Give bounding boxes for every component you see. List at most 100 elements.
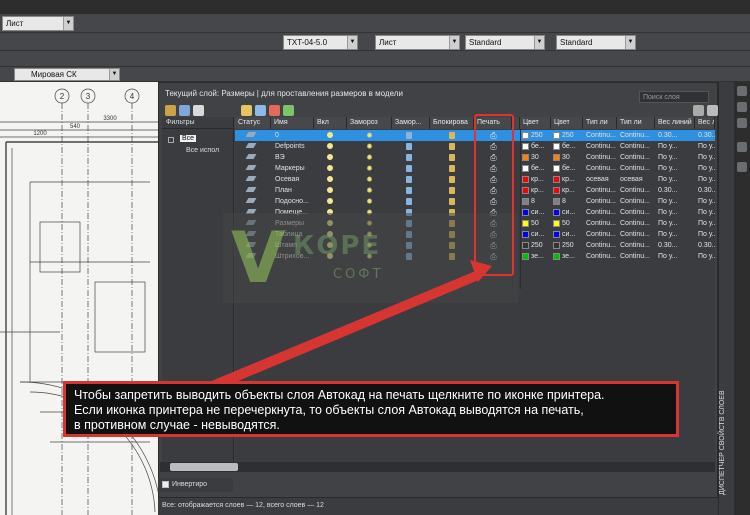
dim-style-combo[interactable]: Standard ▼ bbox=[465, 35, 545, 50]
col-header-on[interactable]: Вкл bbox=[314, 117, 347, 129]
layer-vp-color[interactable]: кр... bbox=[562, 185, 582, 196]
layer-name[interactable]: Defpoints bbox=[275, 141, 315, 152]
layer-vp-linetype[interactable]: Continu... bbox=[620, 163, 654, 174]
color-swatch[interactable] bbox=[522, 143, 529, 150]
ucs-combo[interactable]: Мировая СК ▼ bbox=[14, 68, 120, 81]
layer-vp-linetype[interactable]: Continu... bbox=[620, 251, 654, 262]
sun-icon[interactable]: ✹ bbox=[365, 142, 374, 151]
layer-name[interactable]: Осевая bbox=[275, 174, 315, 185]
layer-linetype[interactable]: Continu... bbox=[586, 152, 617, 163]
scrollbar-thumb[interactable] bbox=[170, 463, 238, 471]
chevron-down-icon[interactable]: ▼ bbox=[625, 36, 635, 49]
layer-lineweight[interactable]: По у... bbox=[658, 251, 694, 262]
lock-icon[interactable] bbox=[449, 154, 455, 161]
autohide-icon[interactable] bbox=[737, 102, 747, 112]
col-header-freeze[interactable]: Замороз bbox=[347, 117, 392, 129]
filter-all[interactable]: Все bbox=[180, 135, 197, 142]
sun-icon[interactable]: ✹ bbox=[365, 131, 374, 140]
layer-name[interactable]: План bbox=[275, 185, 315, 196]
layer-vp-linetype[interactable]: Continu... bbox=[620, 130, 654, 141]
layer-combo[interactable]: Лист ▼ bbox=[2, 16, 74, 31]
collapse-toggle-icon[interactable] bbox=[168, 137, 174, 143]
chevron-down-icon[interactable]: ▼ bbox=[109, 69, 119, 80]
refresh-icon[interactable] bbox=[693, 105, 704, 116]
layer-vp-color[interactable]: кр... bbox=[562, 174, 582, 185]
layer-linetype[interactable]: Continu... bbox=[586, 251, 617, 262]
layer-lineweight[interactable]: По у... bbox=[658, 207, 694, 218]
layer-combo-2[interactable]: Лист ▼ bbox=[375, 35, 460, 50]
new-vp-layer-icon[interactable] bbox=[255, 105, 266, 116]
lock-icon[interactable] bbox=[449, 165, 455, 172]
layer-vp-lineweight[interactable]: По у... bbox=[698, 163, 715, 174]
col-header-vp-color[interactable]: Цвет bbox=[551, 117, 583, 129]
bulb-icon[interactable] bbox=[327, 176, 333, 182]
lock-icon[interactable] bbox=[449, 143, 455, 150]
properties-icon[interactable] bbox=[737, 118, 747, 128]
layer-vp-linetype[interactable]: Continu... bbox=[620, 152, 654, 163]
color-swatch[interactable] bbox=[522, 154, 529, 161]
close-icon[interactable] bbox=[737, 86, 747, 96]
layer-vp-linetype[interactable]: Continu... bbox=[620, 229, 654, 240]
layer-linetype[interactable]: Continu... bbox=[586, 130, 617, 141]
layer-name[interactable]: Подосно... bbox=[275, 196, 315, 207]
vp-freeze-icon[interactable] bbox=[406, 154, 412, 161]
layer-vp-lineweight[interactable]: 0.30... bbox=[698, 130, 715, 141]
vp-color-swatch[interactable] bbox=[553, 253, 560, 260]
layer-lineweight[interactable]: По у... bbox=[658, 229, 694, 240]
layer-linetype[interactable]: Continu... bbox=[586, 185, 617, 196]
layer-lineweight[interactable]: По у... bbox=[658, 152, 694, 163]
vp-color-swatch[interactable] bbox=[553, 132, 560, 139]
layer-vp-color[interactable]: 250 bbox=[562, 130, 582, 141]
layer-color[interactable]: бе... bbox=[531, 163, 551, 174]
bulb-icon[interactable] bbox=[327, 165, 333, 171]
layer-lineweight[interactable]: По у... bbox=[658, 163, 694, 174]
layer-linetype[interactable]: Continu... bbox=[586, 207, 617, 218]
vp-color-swatch[interactable] bbox=[553, 165, 560, 172]
layer-vp-color[interactable]: си... bbox=[562, 207, 582, 218]
checkbox-icon[interactable] bbox=[162, 481, 169, 488]
text-style-combo[interactable]: TXT-04-5.0 ▼ bbox=[283, 35, 358, 50]
layer-vp-linetype[interactable]: Continu... bbox=[620, 185, 654, 196]
layer-vp-lineweight[interactable]: 0.30... bbox=[698, 240, 715, 251]
layer-color[interactable]: кр... bbox=[531, 185, 551, 196]
vp-color-swatch[interactable] bbox=[553, 143, 560, 150]
color-swatch[interactable] bbox=[522, 253, 529, 260]
layer-vp-linetype[interactable]: Continu... bbox=[620, 196, 654, 207]
lock-icon[interactable] bbox=[449, 198, 455, 205]
bulb-icon[interactable] bbox=[327, 154, 333, 160]
bulb-icon[interactable] bbox=[327, 132, 333, 138]
vp-color-swatch[interactable] bbox=[553, 209, 560, 216]
layer-linetype[interactable]: Continu... bbox=[586, 240, 617, 251]
layer-vp-lineweight[interactable]: По у... bbox=[698, 251, 715, 262]
layer-linetype[interactable]: Continu... bbox=[586, 163, 617, 174]
col-header-vp-lineweight[interactable]: Вес лн bbox=[695, 117, 715, 129]
chevron-down-icon[interactable]: ▼ bbox=[347, 36, 357, 49]
color-swatch[interactable] bbox=[522, 165, 529, 172]
layer-linetype[interactable]: Continu... bbox=[586, 229, 617, 240]
layer-vp-color[interactable]: 30 bbox=[562, 152, 582, 163]
layer-color[interactable]: си... bbox=[531, 207, 551, 218]
chevron-down-icon[interactable]: ▼ bbox=[449, 36, 459, 49]
sun-icon[interactable]: ✹ bbox=[365, 197, 374, 206]
layer-name[interactable]: 0 bbox=[275, 130, 315, 141]
sun-icon[interactable]: ✹ bbox=[365, 153, 374, 162]
col-header-lock[interactable]: Блокирова bbox=[430, 117, 474, 129]
layer-name[interactable]: ВЭ bbox=[275, 152, 315, 163]
layer-color[interactable]: кр... bbox=[531, 174, 551, 185]
vp-freeze-icon[interactable] bbox=[406, 198, 412, 205]
layer-vp-linetype[interactable]: Continu... bbox=[620, 240, 654, 251]
filter-used[interactable]: Все испол bbox=[186, 147, 219, 154]
layer-lineweight[interactable]: 0.30... bbox=[658, 185, 694, 196]
state-manager-icon[interactable] bbox=[193, 105, 204, 116]
layer-vp-linetype[interactable]: Continu... bbox=[620, 207, 654, 218]
layer-color[interactable]: 250 bbox=[531, 130, 551, 141]
vp-color-swatch[interactable] bbox=[553, 176, 560, 183]
layer-vp-lineweight[interactable]: По у... bbox=[698, 207, 715, 218]
lock-icon[interactable] bbox=[449, 187, 455, 194]
vp-freeze-icon[interactable] bbox=[406, 143, 412, 150]
chevron-down-icon[interactable]: ▼ bbox=[534, 36, 544, 49]
col-header-linetype[interactable]: Тип ли bbox=[583, 117, 617, 129]
layer-color[interactable]: зе... bbox=[531, 251, 551, 262]
layer-lineweight[interactable]: 0.30... bbox=[658, 130, 694, 141]
layer-linetype[interactable]: Continu... bbox=[586, 218, 617, 229]
